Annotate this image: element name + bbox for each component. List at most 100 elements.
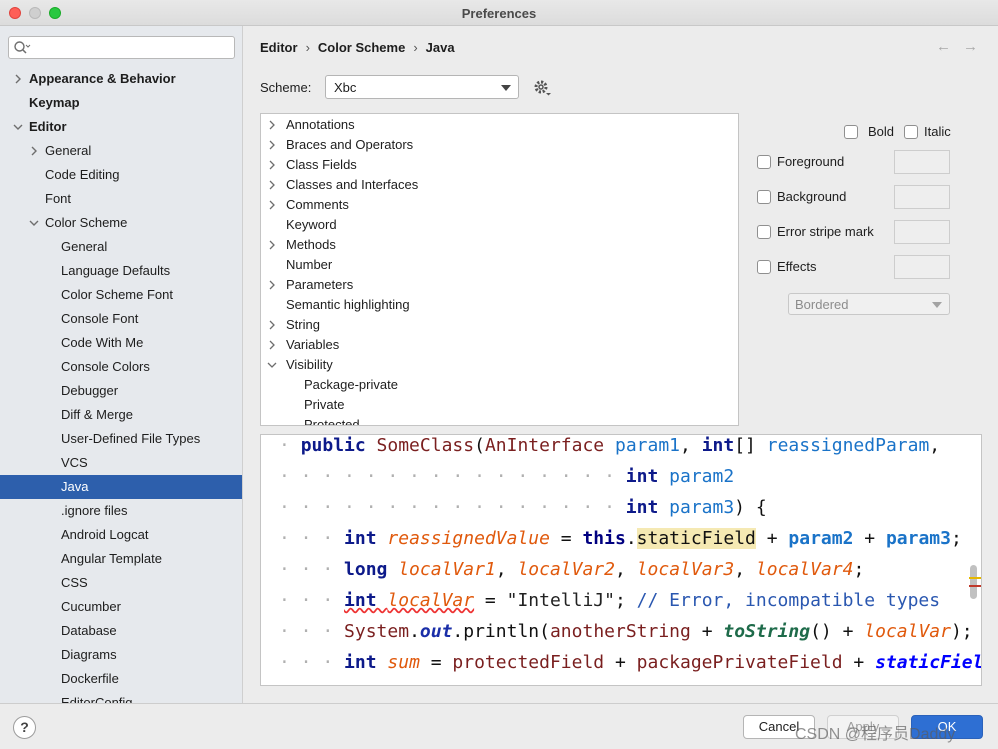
effects-checkbox[interactable] xyxy=(757,260,771,274)
background-checkbox[interactable] xyxy=(757,190,771,204)
attribute-item-parameters[interactable]: Parameters xyxy=(261,275,738,295)
chevron-right-icon[interactable] xyxy=(267,120,277,130)
chevron-right-icon[interactable] xyxy=(267,320,277,330)
sidebar-item-android-logcat[interactable]: Android Logcat xyxy=(0,523,242,547)
chevron-right-icon[interactable] xyxy=(267,160,277,170)
italic-checkbox[interactable] xyxy=(904,125,918,139)
foreground-checkbox[interactable] xyxy=(757,155,771,169)
background-color-swatch[interactable] xyxy=(894,185,950,209)
code-token: localVar1 xyxy=(398,559,496,580)
sidebar-item-color-scheme[interactable]: Color Scheme xyxy=(0,211,242,235)
sidebar-item-dockerfile[interactable]: Dockerfile xyxy=(0,667,242,691)
code-token: reassignedValue xyxy=(387,528,550,549)
sidebar-item-css[interactable]: CSS xyxy=(0,571,242,595)
chevron-right-icon[interactable] xyxy=(267,340,277,350)
sidebar-item-label: Database xyxy=(61,623,117,638)
effects-color-swatch[interactable] xyxy=(894,255,950,279)
error-stripe-mark[interactable] xyxy=(969,585,981,587)
sidebar-item-keymap[interactable]: Keymap xyxy=(0,91,242,115)
attribute-item-class-fields[interactable]: Class Fields xyxy=(261,155,738,175)
code-token: staticField xyxy=(636,528,756,549)
attribute-item-keyword[interactable]: Keyword xyxy=(261,215,738,235)
code-token: // Error, incompatible types xyxy=(636,590,941,611)
chevron-right-icon[interactable] xyxy=(267,280,277,290)
chevron-right-icon[interactable] xyxy=(267,200,277,210)
code-token: ; xyxy=(614,590,637,611)
breadcrumb-item-editor[interactable]: Editor xyxy=(260,40,298,55)
code-token: param3 xyxy=(885,528,951,549)
back-arrow-icon[interactable]: ← xyxy=(936,38,951,55)
chevron-right-icon[interactable] xyxy=(28,139,40,163)
sidebar-item-database[interactable]: Database xyxy=(0,619,242,643)
sidebar-item-color-scheme-font[interactable]: Color Scheme Font xyxy=(0,283,242,307)
sidebar-item-label: Appearance & Behavior xyxy=(29,71,176,86)
attribute-item-comments[interactable]: Comments xyxy=(261,195,738,215)
sidebar-item-user-defined-file-types[interactable]: User-Defined File Types xyxy=(0,427,242,451)
attribute-item-private[interactable]: Private xyxy=(261,395,738,415)
sidebar-item-language-defaults[interactable]: Language Defaults xyxy=(0,259,242,283)
chevron-down-icon[interactable] xyxy=(28,211,40,235)
code-line: · · · · · · · · · · · · · · · · int para… xyxy=(279,492,767,523)
sidebar-item-editor[interactable]: Editor xyxy=(0,115,242,139)
sidebar-item-code-editing[interactable]: Code Editing xyxy=(0,163,242,187)
chevron-right-icon[interactable] xyxy=(12,67,24,91)
chevron-right-icon[interactable] xyxy=(267,140,277,150)
attribute-item-annotations[interactable]: Annotations xyxy=(261,115,738,135)
attribute-item-package-private[interactable]: Package-private xyxy=(261,375,738,395)
sidebar-item-general[interactable]: General xyxy=(0,139,242,163)
attribute-item-visibility[interactable]: Visibility xyxy=(261,355,738,375)
breadcrumb-item-java: Java xyxy=(425,40,455,55)
chevron-down-icon[interactable] xyxy=(267,360,277,370)
error-stripe-checkbox[interactable] xyxy=(757,225,771,239)
sidebar-item-vcs[interactable]: VCS xyxy=(0,451,242,475)
sidebar-item-general[interactable]: General xyxy=(0,235,242,259)
sidebar-item-java[interactable]: Java xyxy=(0,475,242,499)
warning-stripe-mark[interactable] xyxy=(969,577,981,579)
sidebar-item-font[interactable]: Font xyxy=(0,187,242,211)
code-token: int xyxy=(344,652,388,673)
sidebar-item-console-colors[interactable]: Console Colors xyxy=(0,355,242,379)
search-input[interactable] xyxy=(33,39,229,56)
attribute-item-protected[interactable]: Protected xyxy=(261,415,738,425)
foreground-color-swatch[interactable] xyxy=(894,150,950,174)
attribute-item-variables[interactable]: Variables xyxy=(261,335,738,355)
italic-label: Italic xyxy=(924,124,951,139)
sidebar-item-appearance-behavior[interactable]: Appearance & Behavior xyxy=(0,67,242,91)
code-token: localVar xyxy=(864,621,951,642)
attribute-item-methods[interactable]: Methods xyxy=(261,235,738,255)
code-preview[interactable]: · public SomeClass(AnInterface param1, i… xyxy=(260,434,982,686)
sidebar-item-editorconfig[interactable]: EditorConfig xyxy=(0,691,242,703)
sidebar-item-label: Angular Template xyxy=(61,551,162,566)
vertical-scrollbar[interactable] xyxy=(970,565,977,599)
breadcrumb: Editor › Color Scheme › Java xyxy=(260,40,455,55)
chevron-right-icon[interactable] xyxy=(267,240,277,250)
error-stripe-color-swatch[interactable] xyxy=(894,220,950,244)
scheme-dropdown[interactable]: Xbc xyxy=(325,75,519,99)
sidebar-item-console-font[interactable]: Console Font xyxy=(0,307,242,331)
sidebar-item-angular-template[interactable]: Angular Template xyxy=(0,547,242,571)
sidebar-item-ignore-files[interactable]: .ignore files xyxy=(0,499,242,523)
search-icon xyxy=(14,41,31,54)
help-button[interactable]: ? xyxy=(13,716,36,739)
sidebar-item-diagrams[interactable]: Diagrams xyxy=(0,643,242,667)
code-token: SomeClass xyxy=(376,435,475,456)
chevron-right-icon[interactable] xyxy=(267,180,277,190)
attribute-item-classes-and-interfaces[interactable]: Classes and Interfaces xyxy=(261,175,738,195)
sidebar-item-diff-merge[interactable]: Diff & Merge xyxy=(0,403,242,427)
sidebar-item-cucumber[interactable]: Cucumber xyxy=(0,595,242,619)
sidebar-item-debugger[interactable]: Debugger xyxy=(0,379,242,403)
gear-icon[interactable] xyxy=(533,79,551,97)
code-token: · · · xyxy=(279,652,345,673)
settings-search[interactable] xyxy=(8,36,235,59)
attribute-item-braces-and-operators[interactable]: Braces and Operators xyxy=(261,135,738,155)
bold-checkbox[interactable] xyxy=(844,125,858,139)
attribute-item-semantic-highlighting[interactable]: Semantic highlighting xyxy=(261,295,738,315)
effects-type-dropdown[interactable]: Bordered xyxy=(788,293,950,315)
code-token: protectedField xyxy=(452,652,605,673)
chevron-down-icon[interactable] xyxy=(12,115,24,139)
sidebar-item-code-with-me[interactable]: Code With Me xyxy=(0,331,242,355)
forward-arrow-icon[interactable]: → xyxy=(963,38,978,55)
attribute-item-string[interactable]: String xyxy=(261,315,738,335)
breadcrumb-item-color-scheme[interactable]: Color Scheme xyxy=(318,40,405,55)
attribute-item-number[interactable]: Number xyxy=(261,255,738,275)
